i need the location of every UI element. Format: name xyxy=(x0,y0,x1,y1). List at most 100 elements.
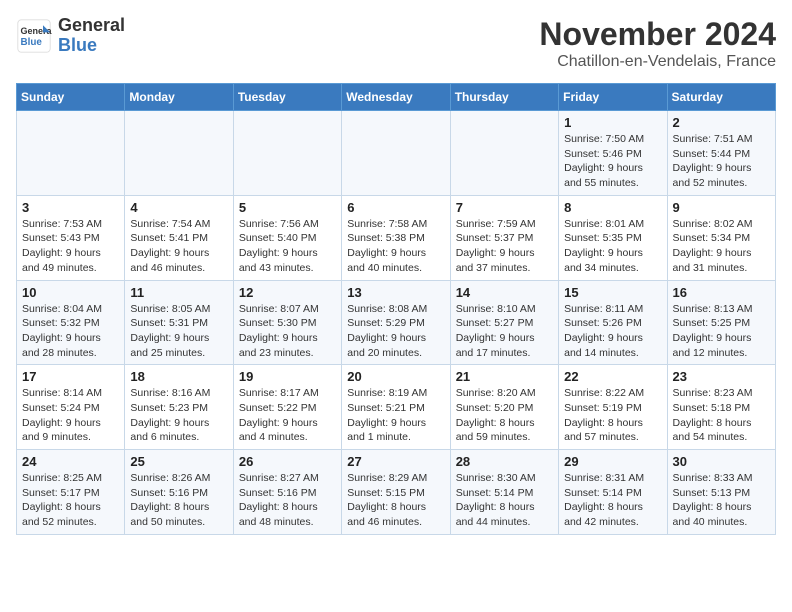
day-info: Sunrise: 7:53 AMSunset: 5:43 PMDaylight:… xyxy=(22,217,119,276)
day-number: 3 xyxy=(22,200,119,215)
calendar-cell: 19 Sunrise: 8:17 AMSunset: 5:22 PMDaylig… xyxy=(233,365,341,450)
page-header: General Blue General Blue November 2024 … xyxy=(16,16,776,71)
day-number: 9 xyxy=(673,200,770,215)
day-info: Sunrise: 7:56 AMSunset: 5:40 PMDaylight:… xyxy=(239,217,336,276)
day-info: Sunrise: 8:13 AMSunset: 5:25 PMDaylight:… xyxy=(673,302,770,361)
day-number: 4 xyxy=(130,200,227,215)
calendar-body: 1 Sunrise: 7:50 AMSunset: 5:46 PMDayligh… xyxy=(17,111,776,535)
day-number: 29 xyxy=(564,454,661,469)
weekday-header-tuesday: Tuesday xyxy=(233,84,341,111)
weekday-header-thursday: Thursday xyxy=(450,84,558,111)
calendar-cell xyxy=(125,111,233,196)
day-info: Sunrise: 8:02 AMSunset: 5:34 PMDaylight:… xyxy=(673,217,770,276)
day-info: Sunrise: 8:04 AMSunset: 5:32 PMDaylight:… xyxy=(22,302,119,361)
day-info: Sunrise: 8:17 AMSunset: 5:22 PMDaylight:… xyxy=(239,386,336,445)
calendar-cell: 29 Sunrise: 8:31 AMSunset: 5:14 PMDaylig… xyxy=(559,450,667,535)
weekday-header-monday: Monday xyxy=(125,84,233,111)
calendar-table: SundayMondayTuesdayWednesdayThursdayFrid… xyxy=(16,83,776,535)
logo: General Blue General Blue xyxy=(16,16,125,56)
day-number: 24 xyxy=(22,454,119,469)
logo-icon: General Blue xyxy=(16,18,52,54)
day-number: 6 xyxy=(347,200,444,215)
day-info: Sunrise: 8:11 AMSunset: 5:26 PMDaylight:… xyxy=(564,302,661,361)
calendar-header: SundayMondayTuesdayWednesdayThursdayFrid… xyxy=(17,84,776,111)
day-info: Sunrise: 8:22 AMSunset: 5:19 PMDaylight:… xyxy=(564,386,661,445)
day-info: Sunrise: 8:23 AMSunset: 5:18 PMDaylight:… xyxy=(673,386,770,445)
day-info: Sunrise: 8:05 AMSunset: 5:31 PMDaylight:… xyxy=(130,302,227,361)
location-title: Chatillon-en-Vendelais, France xyxy=(539,53,776,71)
calendar-cell: 12 Sunrise: 8:07 AMSunset: 5:30 PMDaylig… xyxy=(233,280,341,365)
day-number: 2 xyxy=(673,115,770,130)
day-number: 28 xyxy=(456,454,553,469)
day-info: Sunrise: 8:01 AMSunset: 5:35 PMDaylight:… xyxy=(564,217,661,276)
calendar-cell xyxy=(233,111,341,196)
week-row-1: 3 Sunrise: 7:53 AMSunset: 5:43 PMDayligh… xyxy=(17,195,776,280)
calendar-cell: 23 Sunrise: 8:23 AMSunset: 5:18 PMDaylig… xyxy=(667,365,775,450)
calendar-cell: 1 Sunrise: 7:50 AMSunset: 5:46 PMDayligh… xyxy=(559,111,667,196)
day-number: 5 xyxy=(239,200,336,215)
day-number: 15 xyxy=(564,285,661,300)
day-info: Sunrise: 8:16 AMSunset: 5:23 PMDaylight:… xyxy=(130,386,227,445)
day-number: 19 xyxy=(239,369,336,384)
day-number: 30 xyxy=(673,454,770,469)
day-number: 20 xyxy=(347,369,444,384)
calendar-cell: 17 Sunrise: 8:14 AMSunset: 5:24 PMDaylig… xyxy=(17,365,125,450)
day-number: 17 xyxy=(22,369,119,384)
weekday-header-row: SundayMondayTuesdayWednesdayThursdayFrid… xyxy=(17,84,776,111)
calendar-cell xyxy=(17,111,125,196)
calendar-cell: 21 Sunrise: 8:20 AMSunset: 5:20 PMDaylig… xyxy=(450,365,558,450)
day-info: Sunrise: 8:14 AMSunset: 5:24 PMDaylight:… xyxy=(22,386,119,445)
calendar-cell xyxy=(450,111,558,196)
day-info: Sunrise: 7:50 AMSunset: 5:46 PMDaylight:… xyxy=(564,132,661,191)
day-number: 21 xyxy=(456,369,553,384)
calendar-cell: 25 Sunrise: 8:26 AMSunset: 5:16 PMDaylig… xyxy=(125,450,233,535)
calendar-cell: 30 Sunrise: 8:33 AMSunset: 5:13 PMDaylig… xyxy=(667,450,775,535)
day-info: Sunrise: 8:25 AMSunset: 5:17 PMDaylight:… xyxy=(22,471,119,530)
day-info: Sunrise: 8:08 AMSunset: 5:29 PMDaylight:… xyxy=(347,302,444,361)
day-info: Sunrise: 8:33 AMSunset: 5:13 PMDaylight:… xyxy=(673,471,770,530)
day-info: Sunrise: 8:07 AMSunset: 5:30 PMDaylight:… xyxy=(239,302,336,361)
calendar-cell: 2 Sunrise: 7:51 AMSunset: 5:44 PMDayligh… xyxy=(667,111,775,196)
weekday-header-sunday: Sunday xyxy=(17,84,125,111)
calendar-cell: 14 Sunrise: 8:10 AMSunset: 5:27 PMDaylig… xyxy=(450,280,558,365)
calendar-cell: 20 Sunrise: 8:19 AMSunset: 5:21 PMDaylig… xyxy=(342,365,450,450)
weekday-header-wednesday: Wednesday xyxy=(342,84,450,111)
calendar-cell: 13 Sunrise: 8:08 AMSunset: 5:29 PMDaylig… xyxy=(342,280,450,365)
day-number: 13 xyxy=(347,285,444,300)
calendar-cell: 28 Sunrise: 8:30 AMSunset: 5:14 PMDaylig… xyxy=(450,450,558,535)
day-info: Sunrise: 7:59 AMSunset: 5:37 PMDaylight:… xyxy=(456,217,553,276)
day-info: Sunrise: 8:26 AMSunset: 5:16 PMDaylight:… xyxy=(130,471,227,530)
calendar-cell: 15 Sunrise: 8:11 AMSunset: 5:26 PMDaylig… xyxy=(559,280,667,365)
day-info: Sunrise: 8:19 AMSunset: 5:21 PMDaylight:… xyxy=(347,386,444,445)
day-info: Sunrise: 8:20 AMSunset: 5:20 PMDaylight:… xyxy=(456,386,553,445)
logo-text: General Blue xyxy=(58,16,125,56)
day-number: 11 xyxy=(130,285,227,300)
calendar-cell: 18 Sunrise: 8:16 AMSunset: 5:23 PMDaylig… xyxy=(125,365,233,450)
weekday-header-saturday: Saturday xyxy=(667,84,775,111)
day-number: 14 xyxy=(456,285,553,300)
calendar-cell: 22 Sunrise: 8:22 AMSunset: 5:19 PMDaylig… xyxy=(559,365,667,450)
day-info: Sunrise: 7:58 AMSunset: 5:38 PMDaylight:… xyxy=(347,217,444,276)
week-row-2: 10 Sunrise: 8:04 AMSunset: 5:32 PMDaylig… xyxy=(17,280,776,365)
week-row-3: 17 Sunrise: 8:14 AMSunset: 5:24 PMDaylig… xyxy=(17,365,776,450)
calendar-cell: 27 Sunrise: 8:29 AMSunset: 5:15 PMDaylig… xyxy=(342,450,450,535)
day-info: Sunrise: 8:31 AMSunset: 5:14 PMDaylight:… xyxy=(564,471,661,530)
day-number: 27 xyxy=(347,454,444,469)
title-block: November 2024 Chatillon-en-Vendelais, Fr… xyxy=(539,16,776,71)
calendar-cell: 26 Sunrise: 8:27 AMSunset: 5:16 PMDaylig… xyxy=(233,450,341,535)
calendar-cell: 6 Sunrise: 7:58 AMSunset: 5:38 PMDayligh… xyxy=(342,195,450,280)
day-number: 8 xyxy=(564,200,661,215)
svg-text:Blue: Blue xyxy=(21,37,43,48)
day-number: 18 xyxy=(130,369,227,384)
day-number: 1 xyxy=(564,115,661,130)
day-number: 26 xyxy=(239,454,336,469)
calendar-cell: 10 Sunrise: 8:04 AMSunset: 5:32 PMDaylig… xyxy=(17,280,125,365)
month-title: November 2024 xyxy=(539,16,776,53)
calendar-cell xyxy=(342,111,450,196)
day-number: 12 xyxy=(239,285,336,300)
calendar-cell: 4 Sunrise: 7:54 AMSunset: 5:41 PMDayligh… xyxy=(125,195,233,280)
day-info: Sunrise: 8:29 AMSunset: 5:15 PMDaylight:… xyxy=(347,471,444,530)
day-number: 7 xyxy=(456,200,553,215)
calendar-cell: 8 Sunrise: 8:01 AMSunset: 5:35 PMDayligh… xyxy=(559,195,667,280)
calendar-cell: 24 Sunrise: 8:25 AMSunset: 5:17 PMDaylig… xyxy=(17,450,125,535)
